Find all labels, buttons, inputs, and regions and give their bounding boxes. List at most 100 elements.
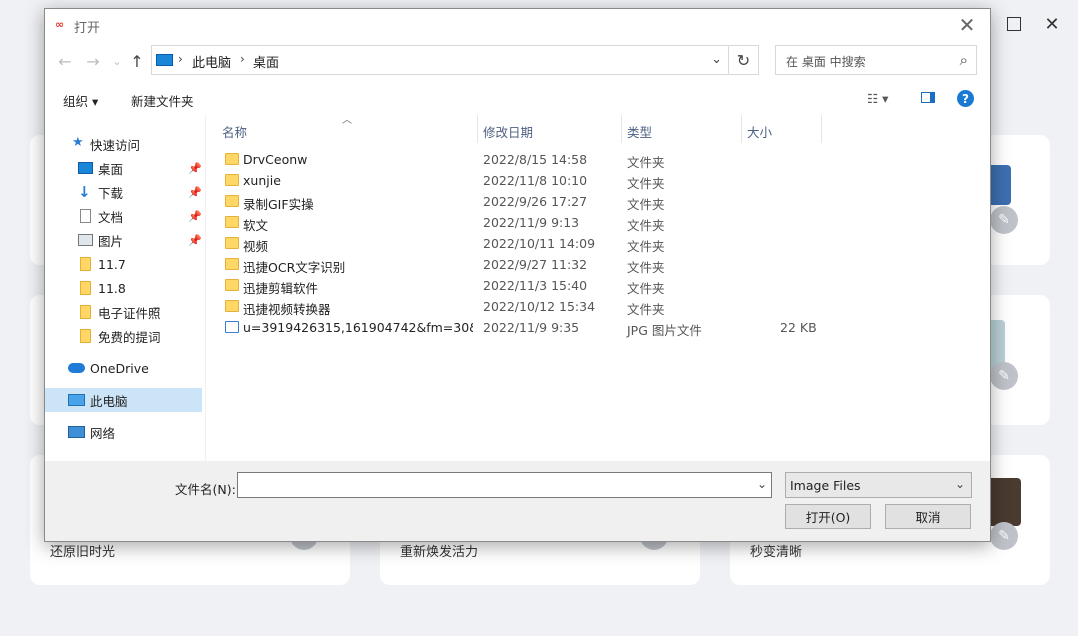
- column-header-name[interactable]: 名称: [222, 122, 247, 141]
- nav-item-label: 此电脑: [90, 393, 128, 409]
- folder-icon: [225, 153, 239, 165]
- file-date: 2022/9/26 17:27: [483, 194, 588, 209]
- folder-icon: [225, 195, 239, 207]
- open-button[interactable]: 打开(O): [785, 504, 871, 529]
- help-icon[interactable]: ?: [957, 90, 974, 107]
- up-arrow-icon[interactable]: ↑: [127, 51, 147, 71]
- folder-icon: [225, 300, 239, 312]
- preview-pane-icon[interactable]: [921, 91, 935, 106]
- nav-item-folder[interactable]: 11.7: [45, 252, 202, 276]
- chevron-down-icon[interactable]: ⌄: [955, 477, 965, 491]
- file-type: 文件夹: [627, 260, 665, 275]
- pin-icon: 📌: [188, 209, 202, 223]
- file-type: 文件夹: [627, 239, 665, 254]
- file-row[interactable]: xunjie 2022/11/8 10:10 文件夹: [206, 170, 990, 191]
- file-date: 2022/8/15 14:58: [483, 152, 588, 167]
- nav-item-folder[interactable]: 免费的提词: [45, 324, 202, 348]
- search-icon[interactable]: ⌕: [960, 51, 968, 69]
- desktop-icon: [78, 162, 93, 174]
- close-icon[interactable]: ✕: [944, 9, 990, 41]
- nav-item-folder[interactable]: 11.8: [45, 276, 202, 300]
- nav-item-label: 免费的提词: [98, 329, 161, 345]
- nav-item-this-pc[interactable]: 此电脑: [45, 388, 202, 412]
- dialog-title: 打开: [74, 21, 101, 36]
- edit-icon[interactable]: ✎: [990, 206, 1018, 234]
- dialog-titlebar[interactable]: ∞ 打开 ✕: [45, 9, 990, 41]
- new-folder-button[interactable]: 新建文件夹: [131, 91, 194, 110]
- nav-item-desktop[interactable]: 桌面 📌: [45, 156, 202, 180]
- file-row[interactable]: 迅捷剪辑软件 2022/11/3 15:40 文件夹: [206, 275, 990, 296]
- column-header-type[interactable]: 类型: [627, 122, 652, 141]
- nav-item-downloads[interactable]: ↓ 下载 📌: [45, 180, 202, 204]
- column-separator[interactable]: [621, 115, 622, 143]
- column-header-size[interactable]: 大小: [747, 122, 772, 141]
- forward-arrow-icon[interactable]: →: [83, 51, 103, 71]
- breadcrumb-desktop[interactable]: 桌面: [253, 52, 279, 71]
- file-type: JPG 图片文件: [627, 323, 702, 338]
- organize-menu[interactable]: 组织 ▾: [63, 91, 98, 110]
- dialog-footer: 文件名(N): ⌄ Image Files ⌄ 打开(O) 取消: [45, 461, 990, 541]
- chevron-right-icon[interactable]: ›: [240, 52, 245, 66]
- chevron-down-icon[interactable]: ⌄: [711, 52, 722, 67]
- open-file-dialog: ∞ 打开 ✕ ← → ⌄ ↑ › 此电脑 › 桌面 ⌄ ↻ 在 桌面 中搜索 ⌕…: [44, 8, 991, 542]
- file-row[interactable]: DrvCeonw 2022/8/15 14:58 文件夹: [206, 149, 990, 170]
- edit-icon[interactable]: ✎: [990, 362, 1018, 390]
- file-name: 录制GIF实操: [243, 197, 314, 212]
- nav-item-network[interactable]: 网络: [45, 420, 202, 444]
- dialog-toolbar: 组织 ▾ 新建文件夹 ☷ ▾ ?: [45, 87, 990, 113]
- star-icon: ★: [72, 135, 84, 150]
- column-separator[interactable]: [741, 115, 742, 143]
- file-date: 2022/9/27 11:32: [483, 257, 588, 272]
- file-row[interactable]: u=3919426315,161904742&fm=30&a... 2022/1…: [206, 317, 990, 338]
- filename-input[interactable]: ⌄: [237, 472, 772, 498]
- address-bar[interactable]: › 此电脑 › 桌面 ⌄: [151, 45, 729, 75]
- column-separator[interactable]: [821, 115, 822, 143]
- column-separator[interactable]: [477, 115, 478, 143]
- refresh-icon[interactable]: ↻: [729, 45, 759, 75]
- back-arrow-icon[interactable]: ←: [55, 51, 75, 71]
- file-row[interactable]: 迅捷视频转换器 2022/10/12 15:34 文件夹: [206, 296, 990, 317]
- file-row[interactable]: 软文 2022/11/9 9:13 文件夹: [206, 212, 990, 233]
- card-caption: 重新焕发活力: [400, 545, 479, 560]
- file-type: 文件夹: [627, 176, 665, 191]
- search-placeholder: 在 桌面 中搜索: [786, 55, 866, 69]
- cloud-icon: [68, 363, 85, 373]
- nav-item-label: 文档: [98, 209, 124, 225]
- computer-icon: [156, 54, 173, 66]
- folder-icon: [225, 216, 239, 228]
- filetype-select[interactable]: Image Files ⌄: [785, 472, 972, 498]
- breadcrumb-this-pc[interactable]: 此电脑: [192, 52, 231, 71]
- file-date: 2022/11/8 10:10: [483, 173, 588, 188]
- chevron-right-icon[interactable]: ›: [178, 52, 183, 66]
- network-icon: [68, 426, 85, 438]
- nav-item-label: 11.7: [98, 256, 126, 272]
- edit-icon[interactable]: ✎: [990, 522, 1018, 550]
- file-name: 软文: [243, 218, 269, 233]
- nav-item-label: 电子证件照: [98, 305, 161, 321]
- navigation-pane: ★ 快速访问 桌面 📌 ↓ 下载 📌 文档 📌 图片 📌 11.7 11.8 电…: [45, 115, 205, 461]
- recent-dropdown-icon[interactable]: ⌄: [107, 51, 127, 71]
- maximize-icon[interactable]: [1000, 10, 1028, 38]
- app-logo-icon: ∞: [55, 18, 65, 31]
- card-caption: 秒变清晰: [750, 545, 803, 560]
- nav-item-folder[interactable]: 电子证件照: [45, 300, 202, 324]
- chevron-down-icon[interactable]: ⌄: [757, 477, 767, 491]
- card-caption: 还原旧时光: [50, 545, 116, 560]
- view-options-icon[interactable]: ☷ ▾: [867, 91, 888, 106]
- folder-icon: [225, 279, 239, 291]
- pin-icon: 📌: [188, 161, 202, 175]
- cancel-button[interactable]: 取消: [885, 504, 971, 529]
- nav-item-quick-access[interactable]: ★ 快速访问: [45, 132, 202, 156]
- nav-item-onedrive[interactable]: OneDrive: [45, 356, 202, 380]
- nav-item-documents[interactable]: 文档 📌: [45, 204, 202, 228]
- file-row[interactable]: 视频 2022/10/11 14:09 文件夹: [206, 233, 990, 254]
- download-icon: ↓: [78, 183, 91, 201]
- column-header-date[interactable]: 修改日期: [483, 122, 533, 141]
- nav-item-pictures[interactable]: 图片 📌: [45, 228, 202, 252]
- file-type: 文件夹: [627, 218, 665, 233]
- file-row[interactable]: 迅捷OCR文字识别 2022/9/27 11:32 文件夹: [206, 254, 990, 275]
- search-input[interactable]: 在 桌面 中搜索 ⌕: [775, 45, 977, 75]
- close-window-icon[interactable]: ✕: [1038, 10, 1066, 38]
- folder-icon: [80, 257, 91, 271]
- file-row[interactable]: 录制GIF实操 2022/9/26 17:27 文件夹: [206, 191, 990, 212]
